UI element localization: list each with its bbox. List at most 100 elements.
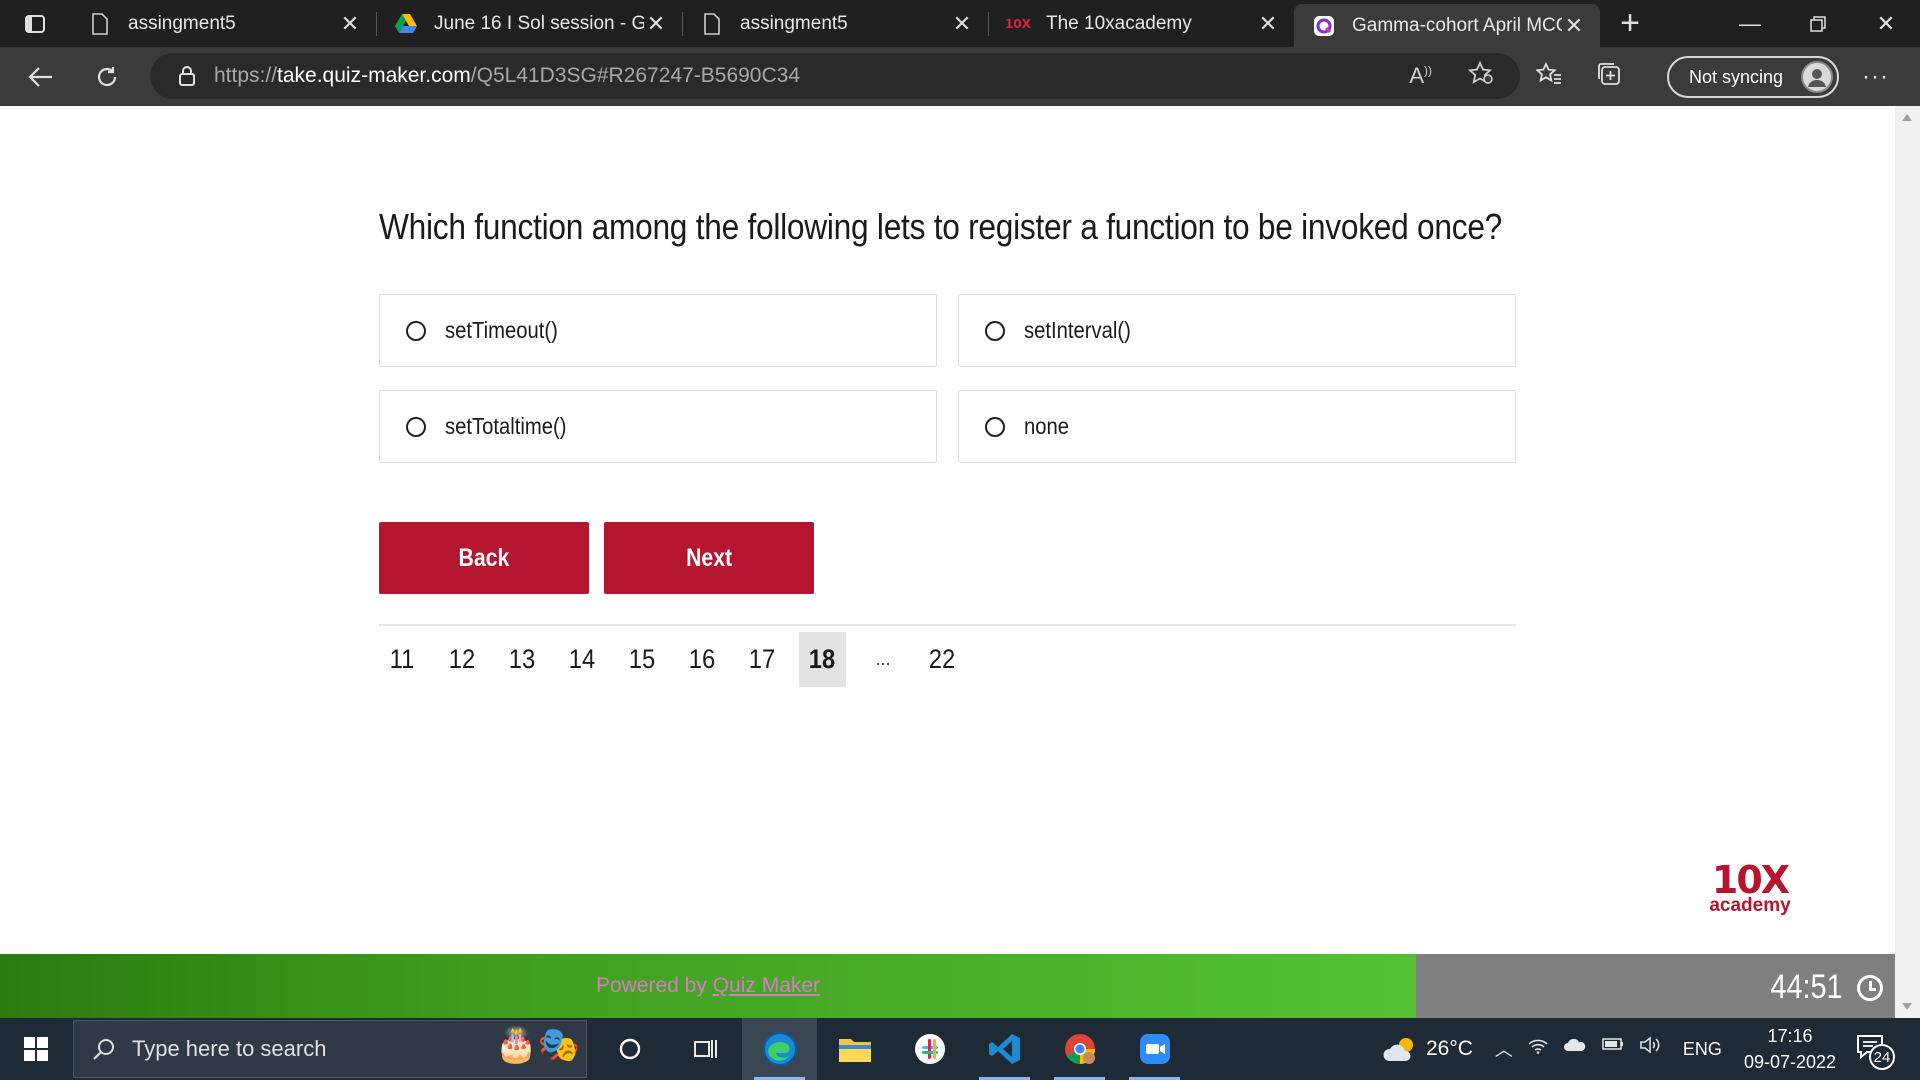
weather-cloud-icon xyxy=(1383,1038,1413,1061)
page-link-11[interactable]: 11 xyxy=(379,632,426,687)
refresh-button[interactable] xyxy=(74,47,140,106)
back-button-label: Back xyxy=(458,543,510,572)
10x-academy-icon: 10X xyxy=(1005,16,1031,31)
restore-icon[interactable] xyxy=(1784,0,1852,47)
taskbar-vscode[interactable] xyxy=(967,1018,1042,1080)
tab-gamma-cohort-mcq[interactable]: Gamma-cohort April MCQ ✕ xyxy=(1294,4,1600,47)
answer-option-4[interactable]: none xyxy=(958,390,1516,463)
refresh-icon xyxy=(97,66,117,86)
quiz-timer: 44:51 xyxy=(1764,968,1883,1007)
time: 17:16 xyxy=(1767,1026,1813,1046)
scroll-down-icon[interactable] xyxy=(1902,1003,1912,1010)
clock-icon xyxy=(1857,974,1883,1001)
close-icon[interactable]: ✕ xyxy=(1256,11,1280,37)
volume-icon[interactable] xyxy=(1639,1036,1661,1062)
page-link-14[interactable]: 14 xyxy=(559,632,606,687)
logo-mark: 10X xyxy=(1711,858,1790,902)
address-bar[interactable]: https://take.quiz-maker.com/Q5L41D3SG#R2… xyxy=(150,53,1520,99)
back-button[interactable]: Back xyxy=(379,522,589,594)
tab-assingment5-2[interactable]: assingment5 ✕ xyxy=(682,0,988,47)
tab-title: assingment5 xyxy=(128,12,236,34)
close-icon[interactable]: ✕ xyxy=(338,11,362,37)
temperature: 26°C xyxy=(1426,1037,1473,1060)
tab-actions-button[interactable] xyxy=(0,0,70,47)
clock-date[interactable]: 17:16 09-07-2022 xyxy=(1744,1023,1836,1075)
task-view-button[interactable] xyxy=(667,1018,742,1080)
answer-option-3[interactable]: setTotaltime() xyxy=(379,390,937,463)
minimize-icon[interactable]: — xyxy=(1716,0,1784,47)
close-window-icon[interactable]: ✕ xyxy=(1852,0,1920,47)
page-icon xyxy=(88,12,112,36)
page-link-13[interactable]: 13 xyxy=(499,632,546,687)
lock-icon[interactable] xyxy=(178,65,196,87)
page-link-current[interactable]: 18 xyxy=(799,632,846,687)
radio-button[interactable] xyxy=(406,416,426,437)
tab-title: Gamma-cohort April MCQ xyxy=(1352,14,1562,36)
close-icon[interactable]: ✕ xyxy=(1562,13,1586,39)
vscode-icon xyxy=(988,1034,1020,1064)
option-label: setTimeout() xyxy=(445,317,558,343)
browser-toolbar: https://take.quiz-maker.com/Q5L41D3SG#R2… xyxy=(0,47,1920,106)
read-aloud-icon[interactable]: A)) xyxy=(1409,63,1432,89)
taskbar-zoom[interactable] xyxy=(1117,1018,1192,1080)
tab-title: assingment5 xyxy=(740,12,848,34)
answer-option-1[interactable]: setTimeout() xyxy=(379,294,937,367)
close-icon[interactable]: ✕ xyxy=(644,11,668,37)
cortana-icon xyxy=(619,1038,640,1060)
battery-icon[interactable] xyxy=(1601,1036,1625,1062)
page-link-17[interactable]: 17 xyxy=(739,632,786,687)
taskbar-search-box[interactable]: Type here to search 🎂🎭 xyxy=(73,1020,587,1078)
url-prefix: https:// xyxy=(214,64,278,87)
url-host: take.quiz-maker.com xyxy=(277,64,471,87)
google-drive-icon xyxy=(394,12,418,36)
page-icon xyxy=(700,12,724,36)
weather-widget[interactable]: 26°C xyxy=(1382,1035,1473,1063)
page-link-22[interactable]: 22 xyxy=(919,632,966,687)
add-favorite-icon[interactable] xyxy=(1467,60,1494,91)
language-indicator[interactable]: ENG xyxy=(1683,1039,1722,1060)
radio-button[interactable] xyxy=(985,416,1005,437)
search-icon xyxy=(93,1039,114,1060)
taskbar-file-explorer[interactable] xyxy=(817,1018,892,1080)
next-button[interactable]: Next xyxy=(604,522,814,594)
collections-icon[interactable] xyxy=(1596,61,1622,92)
back-nav-button[interactable] xyxy=(8,47,74,106)
timer-value: 44:51 xyxy=(1770,968,1843,1006)
wifi-icon[interactable] xyxy=(1527,1036,1549,1062)
quiz-maker-link[interactable]: Quiz Maker xyxy=(713,974,820,997)
new-tab-button[interactable]: + xyxy=(1600,0,1660,47)
tab-10xacademy[interactable]: 10X The 10xacademy ✕ xyxy=(988,0,1294,47)
close-icon[interactable]: ✕ xyxy=(950,11,974,37)
page-link-16[interactable]: 16 xyxy=(679,632,726,687)
page-link-12[interactable]: 12 xyxy=(439,632,486,687)
answer-option-2[interactable]: setInterval() xyxy=(958,294,1516,367)
search-placeholder: Type here to search xyxy=(132,1036,327,1061)
radio-button[interactable] xyxy=(985,320,1005,341)
start-button[interactable] xyxy=(0,1018,72,1080)
taskbar-edge[interactable] xyxy=(742,1018,817,1080)
scroll-up-icon[interactable] xyxy=(1902,114,1912,121)
zoom-icon xyxy=(1139,1034,1170,1064)
cortana-button[interactable] xyxy=(592,1018,667,1080)
chrome-icon xyxy=(1064,1034,1095,1064)
url-text[interactable]: https://take.quiz-maker.com/Q5L41D3SG#R2… xyxy=(214,64,800,88)
arrow-left-icon xyxy=(28,66,52,87)
notification-center-button[interactable]: 24 xyxy=(1855,1032,1895,1070)
radio-button[interactable] xyxy=(406,320,426,341)
taskbar-chrome[interactable] xyxy=(1042,1018,1117,1080)
profile-sync-button[interactable]: Not syncing xyxy=(1667,56,1839,98)
tab-june-16-sol-session[interactable]: June 16 I Sol session - Goo ✕ xyxy=(376,0,682,47)
powered-by-footer: Powered by Quiz Maker xyxy=(0,954,1416,1018)
tab-assingment5-1[interactable]: assingment5 ✕ xyxy=(70,0,376,47)
favorites-icon[interactable] xyxy=(1535,61,1562,91)
page-scrollbar[interactable] xyxy=(1895,106,1920,1018)
system-tray: 26°C ︿ ENG 17:16 09-07-2022 xyxy=(1382,1018,1836,1080)
page-link-15[interactable]: 15 xyxy=(619,632,666,687)
slack-icon xyxy=(914,1034,945,1064)
more-options-icon[interactable]: ··· xyxy=(1862,63,1889,91)
onedrive-icon[interactable] xyxy=(1563,1036,1587,1062)
timer-panel: 44:51 xyxy=(1416,954,1895,1018)
taskbar-slack[interactable] xyxy=(892,1018,967,1080)
chevron-up-icon[interactable]: ︿ xyxy=(1495,1036,1513,1062)
question-text: Which function among the following lets … xyxy=(379,206,1503,247)
